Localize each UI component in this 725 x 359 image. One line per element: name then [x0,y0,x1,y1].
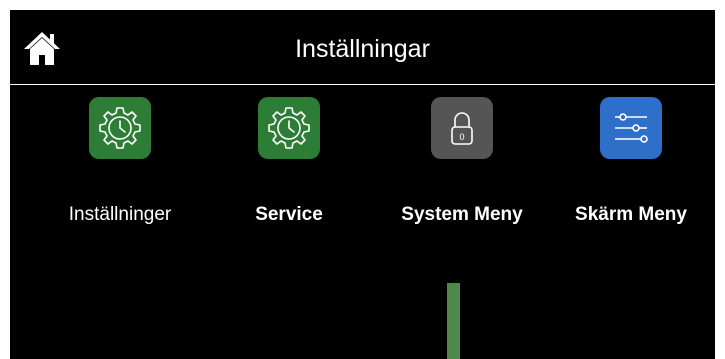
tile-system-meny-label: System Meny [401,204,523,225]
scroll-indicator-bar [447,283,460,359]
header-bar: Inställningar [10,10,715,85]
page-title: Inställningar [295,35,430,63]
gear-clock-icon [268,107,310,149]
tile-installninger-icon-bg [89,97,151,159]
tile-installninger[interactable]: Inställninger [35,94,205,244]
sliders-icon [615,113,648,143]
tile-system-meny[interactable]: 0 System Meny [377,94,547,244]
tile-service-icon-bg [258,97,320,159]
gear-clock-icon [99,107,141,149]
tile-service-label: Service [255,204,323,225]
screen: Inställningar Inställninger Service 0 Sy… [10,10,715,359]
lock-icon: 0 [451,112,473,145]
tile-service[interactable]: Service [204,94,374,244]
lock-text: 0 [459,132,464,142]
tile-skarm-meny[interactable]: Skärm Meny [546,94,715,244]
tile-skarm-meny-label: Skärm Meny [575,204,687,225]
tile-system-meny-icon-bg: 0 [431,97,493,159]
tile-skarm-meny-icon-bg [600,97,662,159]
tile-installninger-label: Inställninger [68,204,172,225]
